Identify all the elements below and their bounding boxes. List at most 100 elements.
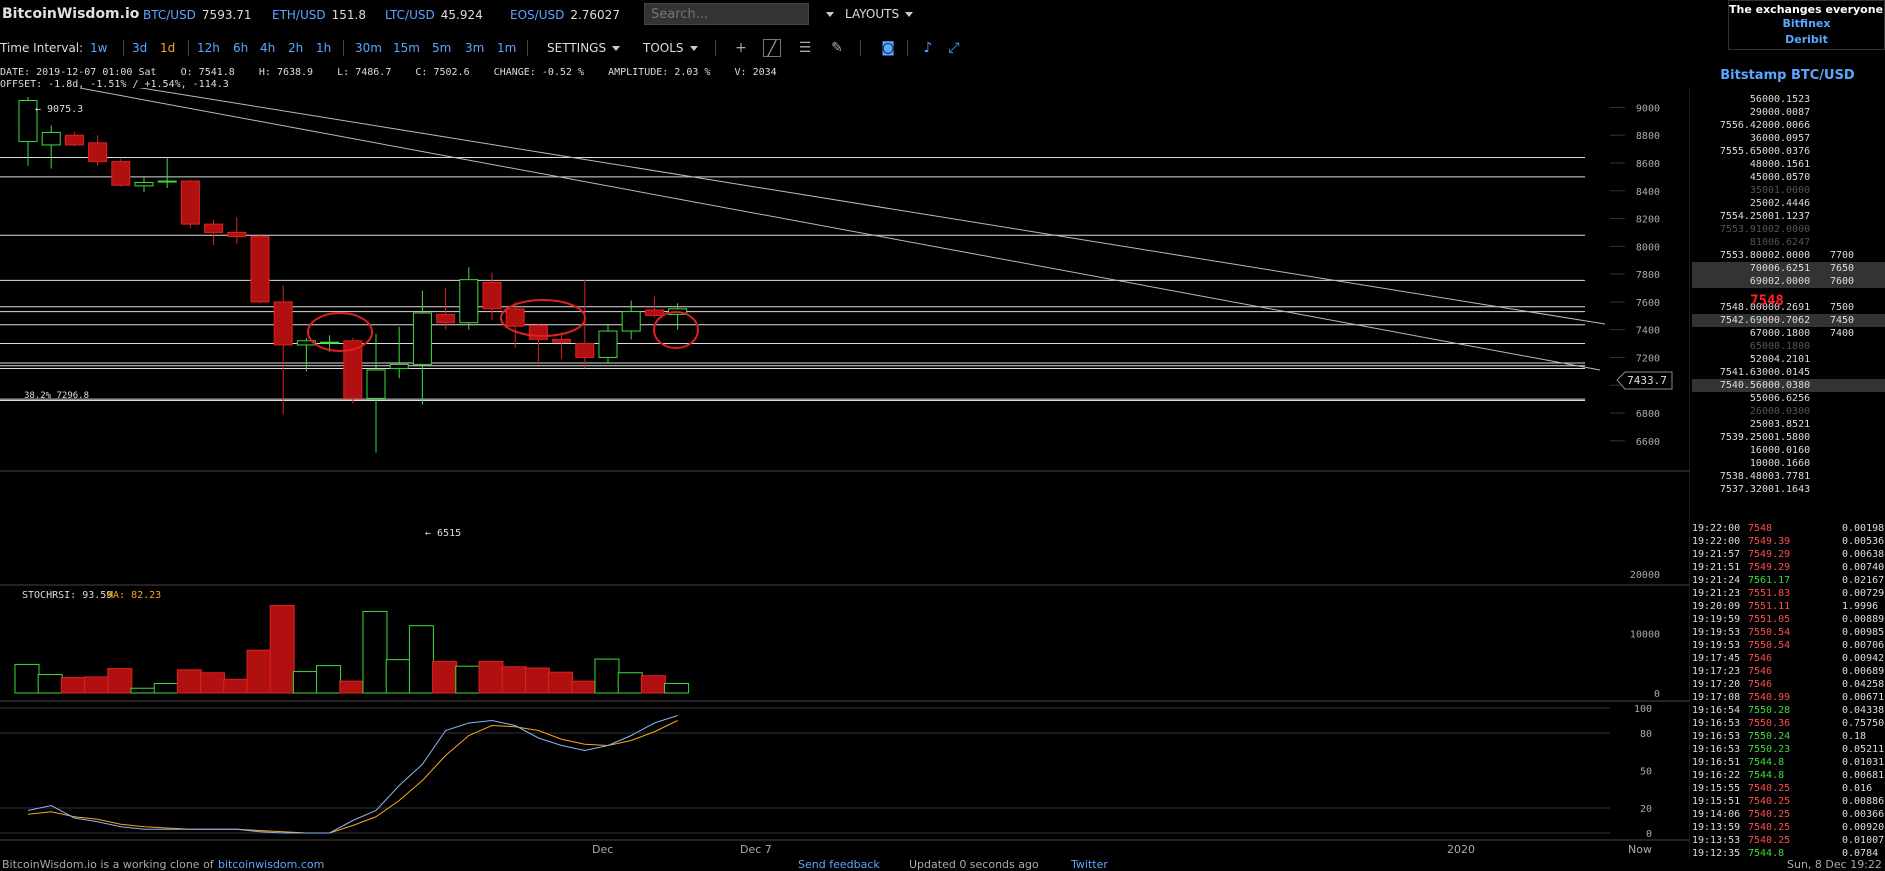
orderbook-price: 3600	[1749, 133, 1774, 144]
orderbook-bid-row: 5200 4.2101	[1692, 353, 1885, 366]
orderbook-ask-row: 4500 0.0570	[1692, 171, 1885, 184]
footer-link[interactable]: bitcoinwisdom.com	[218, 858, 324, 871]
chevron-down-icon[interactable]	[826, 12, 834, 17]
orderbook-ask-row: 7553.8000 2.0000 7700	[1692, 249, 1885, 262]
fib-tool-icon[interactable]: ☰	[796, 39, 814, 57]
line-tool-icon[interactable]: ╱	[763, 39, 781, 57]
tools-menu[interactable]: TOOLS	[643, 41, 698, 55]
price-tick-label: 6800	[1636, 409, 1660, 420]
orderbook-amount: 0.1523	[1774, 94, 1811, 105]
depth-level: 7600	[1830, 276, 1855, 287]
trade-time: 19:16:51	[1692, 757, 1741, 768]
ticker-eth[interactable]: ETH/USD 151.8	[272, 8, 366, 22]
trade-amount: 0.00671	[1842, 692, 1885, 703]
trade-row: 19:22:00 7548 0.00198	[1692, 522, 1885, 535]
orderbook-amount: 6.6251	[1774, 263, 1811, 274]
trade-time: 19:16:53	[1692, 731, 1741, 742]
trade-time: 19:20:09	[1692, 601, 1741, 612]
orderbook-amount: 0.0570	[1774, 172, 1811, 183]
interval-3d[interactable]: 3d	[132, 41, 147, 55]
orderbook-bid-row: 7538.4800 3.7781	[1692, 470, 1885, 483]
orderbook-amount: 0.0380	[1774, 380, 1811, 391]
price-tick-label: 7800	[1636, 270, 1660, 281]
exchange-ad: The exchanges everyone us Bitfinex Derib…	[1728, 0, 1885, 50]
interval-30m[interactable]: 30m	[355, 41, 382, 55]
trade-time: 19:16:22	[1692, 770, 1741, 781]
candle-body	[482, 281, 502, 310]
camera-icon[interactable]: ◙	[879, 39, 897, 57]
trade-time: 19:17:08	[1692, 692, 1741, 703]
layouts-menu[interactable]: LAYOUTS	[845, 7, 914, 21]
orderbook-bid-row: 7539.2500 1.5800	[1692, 431, 1885, 444]
orderbook-ask-row: 4800 0.1561	[1692, 158, 1885, 171]
trade-amount: 0.00681	[1842, 770, 1885, 781]
trade-price: 7561.17	[1748, 575, 1791, 586]
updated-status: Updated 0 seconds ago	[909, 858, 1039, 871]
highlight-circle	[307, 312, 373, 352]
footer-clock: Sun, 8 Dec 19:22	[1787, 858, 1882, 871]
divider	[188, 40, 189, 56]
twitter-link[interactable]: Twitter	[1071, 858, 1108, 871]
trade-row: 19:13:53 7540.25 0.01007	[1692, 834, 1885, 847]
interval-1d[interactable]: 1d	[160, 41, 175, 55]
search-input[interactable]	[644, 3, 809, 25]
ticker-btc[interactable]: BTC/USD 7593.71	[143, 8, 252, 22]
interval-1h[interactable]: 1h	[316, 41, 331, 55]
orderbook-ask-row: 7556.4200 0.0066	[1692, 119, 1885, 132]
candle-body	[412, 312, 432, 365]
stochrsi-ma-label: MA: 82.23	[107, 590, 161, 601]
interval-1w[interactable]: 1w	[90, 41, 107, 55]
depth-level: 7700	[1830, 250, 1855, 261]
volume-bar	[362, 610, 388, 694]
orderbook-amount: 2.0000	[1774, 250, 1811, 261]
interval-12h[interactable]: 12h	[197, 41, 220, 55]
trade-amount: 0.05211	[1842, 744, 1885, 755]
orderbook-title[interactable]: Bitstamp BTC/USD	[1690, 68, 1885, 83]
volume-bar	[408, 625, 434, 694]
trade-amount: 0.00706	[1842, 640, 1885, 651]
ad-link-deribit[interactable]: Deribit	[1729, 32, 1884, 48]
footer-text: BitcoinWisdom.io is a working clone of	[2, 858, 214, 871]
ticker-eos[interactable]: EOS/USD 2.76027	[510, 8, 620, 22]
send-feedback-link[interactable]: Send feedback	[798, 858, 880, 871]
trade-time: 19:14:06	[1692, 809, 1741, 820]
crosshair-icon[interactable]: +	[732, 39, 750, 57]
fullscreen-icon[interactable]: ⤢	[945, 39, 963, 57]
highlight-circle	[653, 311, 699, 349]
ticker-ltc[interactable]: LTC/USD 45.924	[385, 8, 483, 22]
trade-row: 19:16:53 7550.24 0.18	[1692, 730, 1885, 743]
price-tick-label: 7600	[1636, 298, 1660, 309]
rsi-tick-label: 80	[1640, 729, 1652, 740]
ad-link-bitfinex[interactable]: Bitfinex	[1729, 16, 1884, 32]
orderbook-price: 7540.5600	[1719, 380, 1774, 391]
trade-row: 19:21:24 7561.17 0.02167	[1692, 574, 1885, 587]
interval-2h[interactable]: 2h	[288, 41, 303, 55]
trade-row: 19:16:51 7544.8 0.01031	[1692, 756, 1885, 769]
interval-1m[interactable]: 1m	[497, 41, 516, 55]
orderbook-price: 5200	[1749, 354, 1774, 365]
candle-body	[436, 313, 456, 324]
site-logo[interactable]: BitcoinWisdom.io	[2, 6, 139, 22]
orderbook-amount: 2.0000	[1774, 276, 1811, 287]
orderbook-ask-row: 7554.2500 1.1237	[1692, 210, 1885, 223]
candle-body	[598, 330, 618, 358]
interval-15m[interactable]: 15m	[393, 41, 420, 55]
volume-bar	[292, 671, 318, 694]
settings-menu[interactable]: SETTINGS	[547, 41, 621, 55]
interval-4h[interactable]: 4h	[260, 41, 275, 55]
chevron-down-icon	[905, 12, 914, 17]
orderbook-amount: 0.0300	[1774, 406, 1811, 417]
interval-6h[interactable]: 6h	[233, 41, 248, 55]
pen-tool-icon[interactable]: ✎	[828, 39, 846, 57]
bell-icon[interactable]: ♪	[919, 39, 937, 57]
interval-3m[interactable]: 3m	[465, 41, 484, 55]
orderbook-amount: 0.1800	[1774, 341, 1811, 352]
volume-bar	[339, 680, 365, 694]
volume-tick-label: 0	[1654, 689, 1660, 700]
interval-5m[interactable]: 5m	[432, 41, 451, 55]
trade-price: 7540.99	[1748, 692, 1791, 703]
price-chart[interactable]: 9000880086008400820080007800760074007200…	[0, 88, 1690, 858]
orderbook-amount: 1.5800	[1774, 432, 1811, 443]
orderbook-bid-row: 6500 0.1800	[1692, 340, 1885, 353]
candle-body	[320, 341, 340, 344]
